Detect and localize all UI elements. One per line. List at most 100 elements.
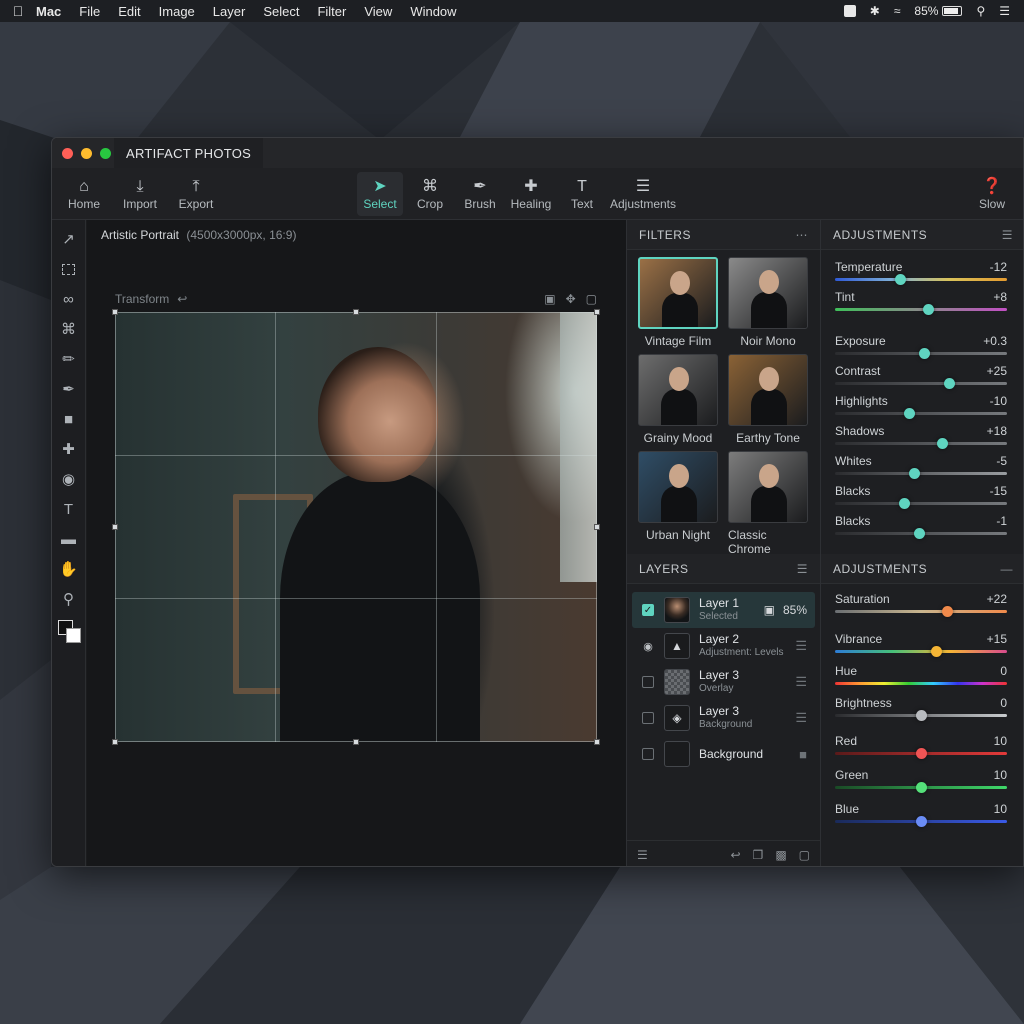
layer-checkbox[interactable] xyxy=(642,748,654,760)
battery-status[interactable]: 85% xyxy=(914,4,963,18)
drag-handle-icon[interactable]: ☰ xyxy=(795,674,807,690)
menu-filter[interactable]: Filter xyxy=(317,4,346,19)
more-options-icon[interactable]: ⋯ xyxy=(796,228,809,242)
menu-file[interactable]: File xyxy=(79,4,100,19)
filter-item[interactable]: Noir Mono xyxy=(728,257,808,348)
home-button[interactable]: ⌂ Home xyxy=(64,172,104,216)
layer-checkbox[interactable] xyxy=(642,712,654,724)
slider-track[interactable] xyxy=(835,472,1007,475)
crop-tool-button[interactable]: ⌘ Crop xyxy=(410,172,450,216)
slider-track[interactable] xyxy=(835,308,1007,311)
adjustments-button[interactable]: ☰ Adjustments xyxy=(608,172,678,216)
brush-icon[interactable]: ✒ xyxy=(56,374,82,404)
layer-row[interactable]: ◈ Layer 3 Background ☰ xyxy=(632,700,815,736)
help-button[interactable]: ❓ Slow xyxy=(972,172,1012,216)
layer-checkbox[interactable]: ✓ xyxy=(642,604,654,616)
slider-track[interactable] xyxy=(835,442,1007,445)
slider-knob[interactable] xyxy=(943,378,955,389)
menubar-app-name[interactable]: Mac xyxy=(36,4,61,19)
lock-icon[interactable]: ■ xyxy=(799,747,807,762)
search-icon[interactable]: ⚲ xyxy=(976,4,985,18)
transform-handle[interactable] xyxy=(112,524,118,530)
filter-item[interactable]: Classic Chrome xyxy=(728,451,808,556)
hand-icon[interactable]: ✋ xyxy=(56,554,82,584)
layer-checkbox[interactable] xyxy=(642,676,654,688)
slider-track[interactable] xyxy=(835,650,1007,653)
move-arrow-icon[interactable]: ↗ xyxy=(56,224,82,254)
drop-icon[interactable]: ◉ xyxy=(56,464,82,494)
transform-handle[interactable] xyxy=(353,309,359,315)
layer-row[interactable]: Layer 3 Overlay ☰ xyxy=(632,664,815,700)
visibility-eye-icon[interactable]: ◉ xyxy=(642,640,654,653)
layer-row[interactable]: ◉ ▲ Layer 2 Adjustment: Levels ☰ xyxy=(632,628,815,664)
folder-icon[interactable]: ▩ xyxy=(775,848,786,862)
slider-track[interactable] xyxy=(835,382,1007,385)
filter-item[interactable]: Earthy Tone xyxy=(728,354,808,445)
healing-tool-button[interactable]: ✚ Healing xyxy=(508,172,554,216)
slider-track[interactable] xyxy=(835,502,1007,505)
list-icon[interactable]: ☰ xyxy=(797,562,808,576)
crop-icon[interactable]: ⌘ xyxy=(56,314,82,344)
filter-item[interactable]: Vintage Film xyxy=(638,257,718,348)
color-swatches[interactable] xyxy=(56,618,82,646)
layers-stack-icon[interactable]: ☰ xyxy=(637,848,648,862)
transform-handle[interactable] xyxy=(112,309,118,315)
slider-track[interactable] xyxy=(835,610,1007,613)
menu-layer[interactable]: Layer xyxy=(213,4,246,19)
transform-handle[interactable] xyxy=(353,739,359,745)
lasso-icon[interactable]: ∞ xyxy=(56,284,82,314)
layer-row[interactable]: Background ■ xyxy=(632,736,815,772)
duplicate-icon[interactable]: ❐ xyxy=(753,848,764,862)
fit-icon[interactable]: ▣ xyxy=(544,292,555,306)
layer-row[interactable]: ✓ Layer 1 Selected ▣ 85% xyxy=(632,592,815,628)
wifi-icon[interactable]: ≈ xyxy=(894,4,901,18)
transform-handle[interactable] xyxy=(594,739,600,745)
filter-thumbnail[interactable] xyxy=(638,257,718,329)
minimize-window-button[interactable] xyxy=(81,147,92,159)
trash-icon[interactable]: ▢ xyxy=(799,848,810,862)
slider-knob[interactable] xyxy=(903,408,915,419)
slider-knob[interactable] xyxy=(936,438,948,449)
slider-knob[interactable] xyxy=(895,274,907,285)
text-icon[interactable]: T xyxy=(56,494,82,524)
background-color[interactable] xyxy=(65,628,81,643)
apple-icon[interactable]:  xyxy=(0,3,36,19)
marquee-select-icon[interactable] xyxy=(56,254,82,284)
eyedropper-icon[interactable]: ✏ xyxy=(56,344,82,374)
zoom-window-button[interactable] xyxy=(100,147,111,159)
transform-handle[interactable] xyxy=(112,739,118,745)
filter-item[interactable]: Urban Night xyxy=(638,451,718,556)
menu-edit[interactable]: Edit xyxy=(118,4,140,19)
slider-knob[interactable] xyxy=(898,498,910,509)
stamp-icon[interactable]: ■ xyxy=(56,404,82,434)
bandage-icon[interactable]: ✚ xyxy=(56,434,82,464)
slider-knob[interactable] xyxy=(941,606,953,617)
filter-thumbnail[interactable] xyxy=(638,451,718,523)
menu-view[interactable]: View xyxy=(364,4,392,19)
filter-thumbnail[interactable] xyxy=(638,354,718,426)
drag-handle-icon[interactable]: ☰ xyxy=(795,710,807,726)
move-icon[interactable]: ✥ xyxy=(566,292,576,306)
text-tool-button[interactable]: T Text xyxy=(562,172,602,216)
link-icon[interactable]: ↩ xyxy=(730,848,740,862)
slider-knob[interactable] xyxy=(922,304,934,315)
slider-knob[interactable] xyxy=(909,468,921,479)
status-app-icon[interactable] xyxy=(843,5,856,17)
transform-handle[interactable] xyxy=(594,309,600,315)
brush-tool-button[interactable]: ✒ Brush xyxy=(460,172,500,216)
filter-item[interactable]: Grainy Mood xyxy=(638,354,718,445)
filter-thumbnail[interactable] xyxy=(728,257,808,329)
undo-icon[interactable]: ↩ xyxy=(177,292,187,306)
select-tool-button[interactable]: ➤ Select xyxy=(357,171,403,216)
slider-knob[interactable] xyxy=(916,710,927,721)
collapse-icon[interactable]: — xyxy=(1001,562,1014,576)
slider-knob[interactable] xyxy=(916,782,927,793)
zoom-icon[interactable]: ⚲ xyxy=(56,584,82,614)
export-button[interactable]: ⤒ Export xyxy=(176,172,216,216)
transform-handle[interactable] xyxy=(594,524,600,530)
slider-track[interactable] xyxy=(835,682,1007,685)
delete-icon[interactable]: ▢ xyxy=(586,292,597,306)
slider-knob[interactable] xyxy=(931,646,943,657)
slider-knob[interactable] xyxy=(916,748,927,759)
window-title[interactable]: ARTIFACT PHOTOS xyxy=(114,138,264,168)
